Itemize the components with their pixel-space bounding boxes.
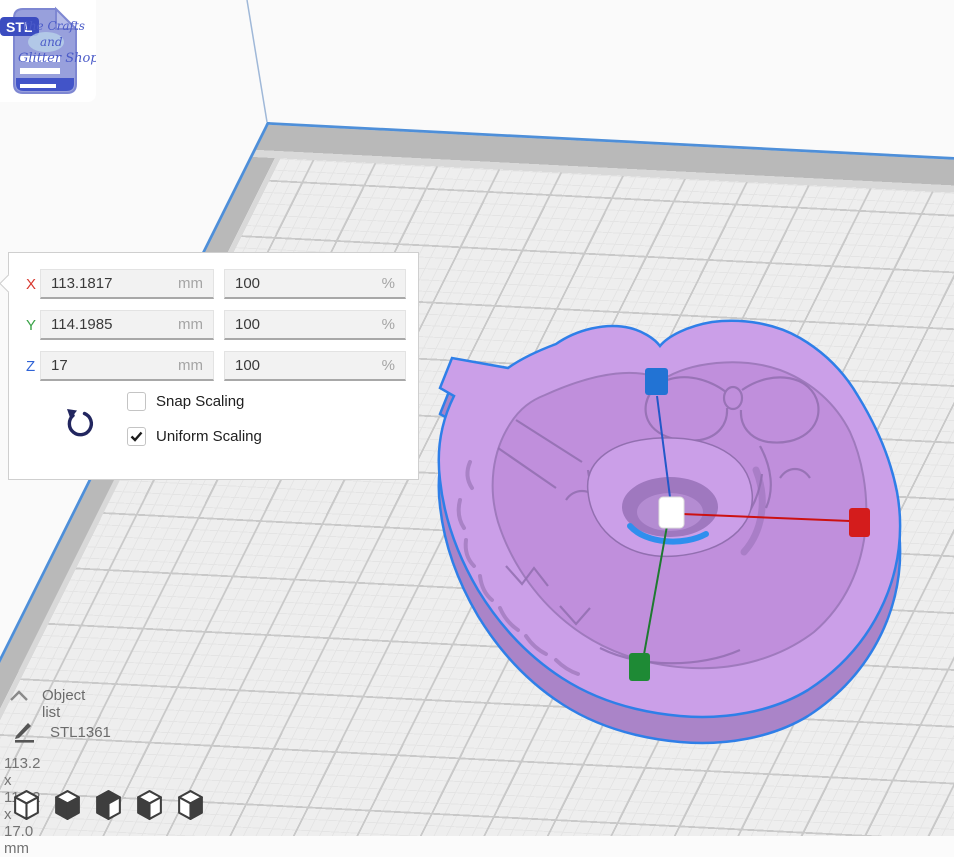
object-name-label[interactable]: STL1361: [50, 724, 111, 741]
object-list-title[interactable]: Object list: [42, 687, 85, 721]
camera-view-toolbar: [12, 789, 204, 821]
axis-label-x: X: [26, 276, 40, 293]
scale-handle-z[interactable]: [645, 368, 668, 395]
scale-handle-center[interactable]: [659, 497, 684, 528]
pencil-icon[interactable]: [12, 720, 36, 744]
scale-z-percent-input[interactable]: [235, 357, 376, 374]
svg-text:Glitter Shop: Glitter Shop: [18, 51, 96, 66]
unit-label: %: [382, 316, 395, 333]
scale-handle-y[interactable]: [629, 653, 650, 681]
cube-left-icon: [136, 789, 163, 820]
unit-label: mm: [178, 275, 203, 292]
view-right-button[interactable]: [176, 789, 204, 821]
scale-handle-x[interactable]: [849, 508, 870, 537]
unit-label: mm: [178, 316, 203, 333]
scale-x-percent-input[interactable]: [235, 275, 376, 292]
view-top-button[interactable]: [94, 789, 122, 821]
snap-scaling-label: Snap Scaling: [156, 393, 244, 410]
build-volume-corner-line: [247, 0, 267, 122]
scale-row-z: Z mm %: [26, 351, 406, 381]
svg-text:and: and: [40, 35, 63, 49]
document-text-bar: [20, 68, 60, 74]
cube-front-icon: [54, 789, 81, 820]
check-icon: [130, 431, 143, 442]
view-front-button[interactable]: [53, 789, 81, 821]
chevron-up-icon[interactable]: [8, 688, 30, 703]
scale-row-y: Y mm %: [26, 310, 406, 340]
view-3d-button[interactable]: [12, 789, 40, 821]
scale-row-x: X mm %: [26, 269, 406, 299]
reset-icon: [63, 406, 97, 442]
uniform-scaling-checkbox[interactable]: [127, 427, 146, 446]
scale-z-mm-input[interactable]: [51, 357, 172, 374]
axis-label-y: Y: [26, 317, 40, 334]
unit-label: mm: [178, 357, 203, 374]
view-left-button[interactable]: [135, 789, 163, 821]
document-text-bar: [20, 84, 56, 88]
scale-x-mm-input[interactable]: [51, 275, 172, 292]
svg-text:the Crafts: the Crafts: [24, 19, 85, 33]
axis-label-z: Z: [26, 358, 40, 375]
scale-y-mm-input[interactable]: [51, 316, 172, 333]
reset-scale-button[interactable]: [63, 406, 97, 442]
cube-right-icon: [177, 789, 204, 820]
uniform-scaling-label: Uniform Scaling: [156, 428, 262, 445]
cube-3d-icon: [13, 789, 40, 820]
stl-document-icon: STL the Crafts and Glitter Shop: [0, 0, 96, 102]
stl-file-watermark: STL the Crafts and Glitter Shop: [0, 0, 96, 102]
snap-scaling-row: Snap Scaling: [127, 392, 262, 411]
scale-tool-panel: X mm % Y mm % Z mm: [8, 252, 419, 480]
uniform-scaling-row: Uniform Scaling: [127, 427, 262, 446]
scale-y-percent-input[interactable]: [235, 316, 376, 333]
cube-top-icon: [95, 789, 122, 820]
unit-label: %: [382, 275, 395, 292]
snap-scaling-checkbox[interactable]: [127, 392, 146, 411]
unit-label: %: [382, 357, 395, 374]
